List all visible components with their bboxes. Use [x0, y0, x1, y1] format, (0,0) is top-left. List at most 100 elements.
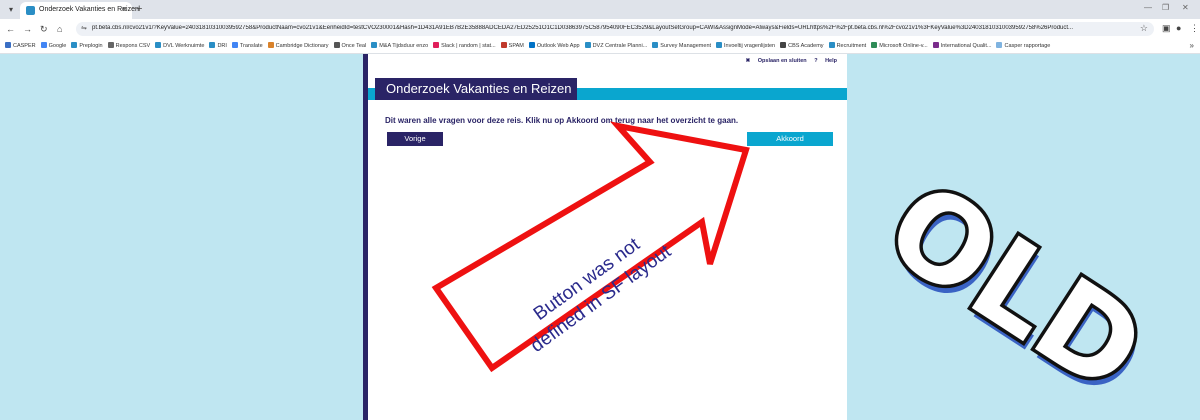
bookmark-favicon-icon	[932, 42, 939, 48]
bookmark-favicon-icon	[716, 42, 723, 48]
reload-icon[interactable]: ↻	[40, 23, 48, 35]
bookmark-label: Google	[48, 43, 67, 49]
bookmark-favicon-icon	[433, 42, 440, 48]
bookmark-item[interactable]: M&A Tijdsduur enzo	[371, 39, 428, 53]
bookmark-favicon-icon	[333, 42, 340, 48]
bookmark-favicon-icon	[155, 42, 162, 48]
bookmark-item[interactable]: Cambridge Dictionary	[267, 39, 329, 53]
side-panel-icon[interactable]: ▣	[1162, 23, 1171, 34]
tab-search-chevron-icon[interactable]: ▾	[4, 3, 18, 16]
bookmark-favicon-icon	[5, 42, 11, 48]
bookmark-favicon-icon	[528, 42, 535, 48]
window-close-icon[interactable]: ✕	[1182, 3, 1189, 12]
bookmark-label: M&A Tijdsduur enzo	[379, 43, 429, 49]
old-stamp-shadow: OLD	[865, 163, 1169, 420]
url-text[interactable]: pt.beta.cbs.nl/cvo21v1/?KeyValue=2403181…	[92, 25, 1132, 31]
previous-button[interactable]: Vorige	[387, 132, 443, 146]
save-and-close-link[interactable]: ✖ Opslaan en sluiten	[746, 58, 807, 64]
bookmark-label: Outlook Web App	[536, 43, 580, 49]
bookmark-item[interactable]: DVL Werknuimte	[155, 39, 204, 53]
bookmark-item[interactable]: DRI	[209, 39, 227, 53]
bookmark-label: DVL Werknuimte	[163, 43, 205, 49]
address-bar: ← → ↻ ⌂ ⇋ pt.beta.cbs.nl/cvo21v1/?KeyVal…	[0, 19, 1200, 39]
bookmark-item[interactable]: Respons CSV	[107, 39, 151, 53]
bookmark-item[interactable]: Casper rapportage	[996, 39, 1050, 53]
bookmark-item[interactable]: Google	[40, 39, 67, 53]
bookmark-label: DVZ Centrale Planni...	[592, 43, 648, 49]
bookmark-label: Recruitment	[836, 43, 867, 49]
bookmark-favicon-icon	[652, 42, 659, 48]
tab-bar: ▾ Onderzoek Vakanties en Reizen × + — ❐ …	[0, 0, 1200, 19]
bookmark-label: DRI	[217, 43, 227, 49]
bookmark-item[interactable]: Survey Management	[652, 39, 711, 53]
browser-menu-icon[interactable]: ⋮	[1190, 23, 1199, 34]
old-stamp-text: OLD	[863, 155, 1167, 420]
bookmark-star-icon[interactable]: ☆	[1140, 23, 1148, 34]
bookmark-favicon-icon	[267, 42, 274, 48]
help-label: Help	[825, 58, 837, 64]
survey-page: ✖ Opslaan en sluiten ? Help Onderzoek Va…	[363, 54, 847, 420]
bookmarks-bar: CASPER Google Preplogin Respons CSV DVL Werk…	[0, 39, 1200, 54]
bookmark-label: Casper rapportage	[1004, 43, 1051, 49]
bookmark-label: Slack | random | stat...	[441, 43, 496, 49]
back-arrow-icon[interactable]: ←	[6, 23, 15, 35]
bookmark-favicon-icon	[209, 42, 216, 48]
agree-button[interactable]: Akkoord	[747, 132, 833, 146]
save-and-close-label: Opslaan en sluiten	[757, 58, 807, 64]
site-favicon-icon	[26, 6, 35, 15]
home-icon[interactable]: ⌂	[57, 23, 62, 35]
bookmark-item[interactable]: Slack | random | stat...	[433, 39, 496, 53]
bookmark-label: Respons CSV	[115, 43, 151, 49]
bookmark-item[interactable]: Invoeltij vragenlijsten	[716, 39, 775, 53]
profile-icon[interactable]: ●	[1176, 23, 1181, 33]
bookmark-item[interactable]: International Qualit...	[932, 39, 992, 53]
tab-close-icon[interactable]: ×	[122, 4, 127, 14]
bookmark-label: Once Teal	[341, 43, 367, 49]
bookmark-label: International Qualit...	[940, 43, 992, 49]
more-bookmarks-icon[interactable]: »	[1190, 39, 1194, 53]
browser-tab[interactable]: Onderzoek Vakanties en Reizen ×	[20, 2, 139, 19]
bookmark-label: Invoeltij vragenlijsten	[724, 43, 776, 49]
bookmark-label: SPAM	[508, 43, 524, 49]
bookmark-label: Microsoft Online-v...	[879, 43, 928, 49]
bookmark-favicon-icon	[231, 42, 238, 48]
bookmark-favicon-icon	[107, 42, 114, 48]
help-link[interactable]: ? Help	[814, 58, 837, 64]
bookmark-item[interactable]: Preplogin	[71, 39, 103, 53]
survey-left-border	[363, 54, 368, 420]
bookmark-favicon-icon	[996, 42, 1003, 48]
bookmark-item[interactable]: DVZ Centrale Planni...	[584, 39, 648, 53]
bookmark-favicon-icon	[40, 42, 47, 48]
bookmark-item[interactable]: Microsoft Online-v...	[871, 39, 928, 53]
bookmark-favicon-icon	[871, 42, 878, 48]
url-field[interactable]: ⇋ pt.beta.cbs.nl/cvo21v1/?KeyValue=24031…	[76, 22, 1154, 36]
bookmark-item[interactable]: CASPER	[5, 39, 36, 53]
bookmark-label: CBS Academy	[788, 43, 824, 49]
instruction-text: Dit waren alle vragen voor deze reis. Kl…	[385, 116, 739, 125]
bookmark-item[interactable]: Recruitment	[828, 39, 867, 53]
bookmark-item[interactable]: Translate	[231, 39, 263, 53]
bookmark-item[interactable]: SPAM	[500, 39, 524, 53]
survey-title: Onderzoek Vakanties en Reizen	[375, 78, 577, 100]
bookmark-label: Preplogin	[79, 43, 103, 49]
bookmark-label: Cambridge Dictionary	[275, 43, 329, 49]
old-stamp: OLD OLD	[860, 152, 1171, 420]
bookmark-favicon-icon	[828, 42, 835, 48]
bookmark-favicon-icon	[371, 42, 378, 48]
site-info-icon[interactable]: ⇋	[81, 24, 87, 32]
bookmark-favicon-icon	[71, 42, 78, 48]
bookmark-label: Translate	[239, 43, 263, 49]
bookmark-label: CASPER	[13, 43, 36, 49]
bookmark-item[interactable]: Outlook Web App	[528, 39, 580, 53]
minimize-icon[interactable]: —	[1144, 3, 1152, 12]
maximize-icon[interactable]: ❐	[1162, 3, 1169, 12]
forward-arrow-icon[interactable]: →	[23, 23, 32, 35]
bookmark-label: Survey Management	[660, 43, 712, 49]
bookmark-favicon-icon	[584, 42, 591, 48]
top-links: ✖ Opslaan en sluiten ? Help	[740, 58, 837, 64]
bookmark-favicon-icon	[500, 42, 507, 48]
bookmark-item[interactable]: CBS Academy	[780, 39, 824, 53]
bookmark-item[interactable]: Once Teal	[333, 39, 367, 53]
bookmark-favicon-icon	[780, 42, 787, 48]
new-tab-plus-icon[interactable]: +	[136, 3, 142, 16]
